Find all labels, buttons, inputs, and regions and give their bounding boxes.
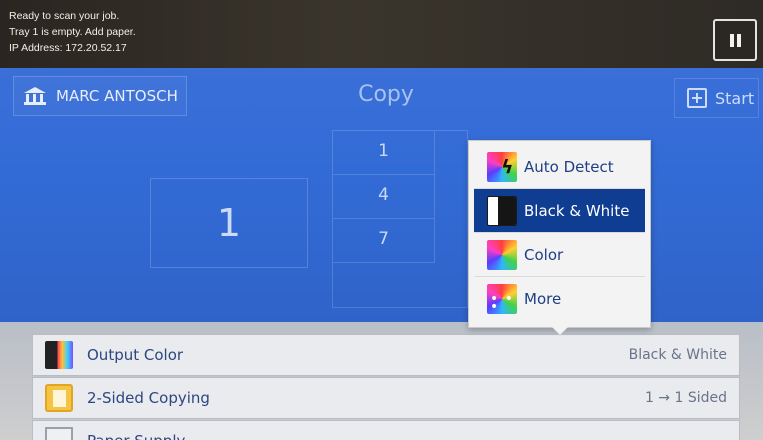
output-color-row[interactable]: Output Color Black & White	[32, 334, 740, 376]
start-button[interactable]: Start	[674, 78, 759, 118]
two-sided-label: 2-Sided Copying	[87, 389, 210, 407]
dropdown-item-auto-detect[interactable]: ϟ Auto Detect	[474, 145, 645, 189]
dropdown-item-label: Black & White	[524, 201, 630, 220]
dropdown-item-label: Auto Detect	[524, 157, 614, 176]
dropdown-item-label: More	[524, 290, 562, 308]
page-title: Copy	[358, 82, 414, 107]
numeric-keypad: 1 4 7	[332, 130, 468, 308]
dropdown-item-label: Color	[524, 245, 564, 264]
status-line-ready: Ready to scan your job.	[9, 10, 120, 22]
institution-icon	[24, 87, 46, 105]
paper-supply-row[interactable]: Paper Supply	[32, 420, 740, 440]
keypad-key-1[interactable]: 1	[333, 131, 435, 175]
dropdown-item-color[interactable]: Color	[474, 233, 645, 277]
output-color-icon	[45, 341, 73, 369]
status-messages: Ready to scan your job. Tray 1 is empty.…	[9, 8, 136, 56]
start-label: Start	[715, 88, 755, 108]
two-sided-copying-row[interactable]: 2-Sided Copying 1 → 1 Sided	[32, 377, 740, 419]
dropdown-item-more[interactable]: • • • More	[474, 277, 645, 321]
user-account-button[interactable]: MARC ANTOSCH	[13, 76, 187, 116]
black-white-icon	[487, 196, 517, 226]
two-sided-icon	[45, 384, 73, 412]
status-line-ip: IP Address: 172.20.52.17	[9, 42, 127, 54]
output-color-dropdown: ϟ Auto Detect Black & White Color • • • …	[468, 140, 651, 328]
settings-list: Output Color Black & White 2-Sided Copyi…	[0, 322, 763, 440]
pause-button[interactable]	[713, 19, 757, 61]
paper-supply-icon	[45, 427, 73, 440]
paper-supply-label: Paper Supply	[87, 432, 185, 440]
dropdown-pointer	[551, 326, 569, 335]
start-icon	[687, 88, 707, 108]
color-icon	[487, 240, 517, 270]
dropdown-item-black-white[interactable]: Black & White	[474, 189, 645, 233]
auto-detect-icon: ϟ	[487, 152, 517, 182]
two-sided-value: 1 → 1 Sided	[644, 390, 727, 406]
pause-icon	[730, 34, 734, 47]
more-icon: • • •	[487, 284, 517, 314]
keypad-key-7[interactable]: 7	[333, 219, 435, 263]
status-line-tray: Tray 1 is empty. Add paper.	[9, 26, 136, 38]
status-bar: Ready to scan your job. Tray 1 is empty.…	[0, 0, 763, 68]
output-color-value: Black & White	[628, 347, 727, 363]
copy-quantity[interactable]: 1	[150, 178, 308, 268]
output-color-label: Output Color	[87, 346, 184, 364]
user-name: MARC ANTOSCH	[56, 87, 178, 105]
keypad-key-4[interactable]: 4	[333, 175, 435, 219]
